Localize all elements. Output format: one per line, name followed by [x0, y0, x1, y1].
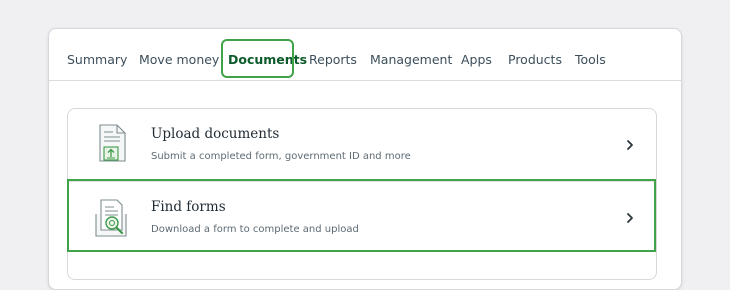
upload-documents-title: Upload documents: [151, 126, 280, 142]
tab-apps[interactable]: Apps: [461, 52, 492, 67]
documents-list: Upload documents Submit a completed form…: [67, 108, 657, 280]
tab-move-money[interactable]: Move money: [139, 52, 219, 67]
tab-reports[interactable]: Reports: [309, 52, 357, 67]
main-nav-tabs: Summary Move money Documents Reports Man…: [49, 29, 681, 81]
tab-management[interactable]: Management: [370, 52, 452, 67]
find-forms-title: Find forms: [151, 199, 226, 215]
chevron-right-icon: [627, 140, 633, 150]
tab-documents[interactable]: Documents: [228, 52, 307, 67]
tab-summary[interactable]: Summary: [67, 52, 127, 67]
tab-products[interactable]: Products: [508, 52, 562, 67]
tab-tools[interactable]: Tools: [575, 52, 606, 67]
upload-documents-description: Submit a completed form, government ID a…: [151, 151, 411, 162]
find-forms-description: Download a form to complete and upload: [151, 224, 359, 235]
find-forms-row[interactable]: Find forms Download a form to complete a…: [68, 181, 656, 254]
upload-documents-row[interactable]: Upload documents Submit a completed form…: [68, 109, 656, 181]
documents-card: Summary Move money Documents Reports Man…: [48, 28, 682, 290]
chevron-right-icon: [627, 213, 633, 223]
upload-document-icon: [99, 124, 126, 162]
find-forms-icon: [95, 199, 127, 237]
